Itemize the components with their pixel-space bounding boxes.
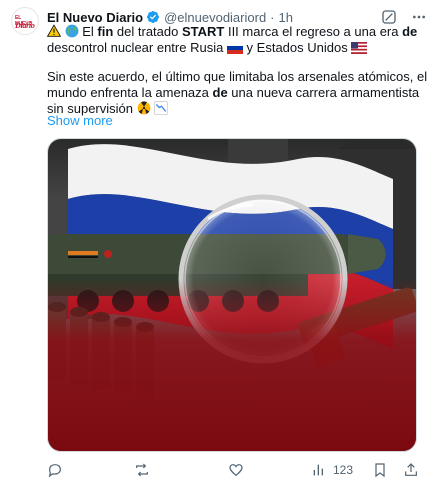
avatar[interactable]: EL NUEVO Diario bbox=[11, 7, 39, 35]
warning-icon bbox=[47, 24, 61, 37]
share-button[interactable] bbox=[403, 461, 419, 479]
text-segment: III marca el regreso a una era bbox=[224, 24, 403, 39]
chart-down-icon bbox=[154, 101, 168, 115]
reply-button[interactable] bbox=[47, 461, 69, 479]
text-segment: descontrol nuclear entre Rusia bbox=[47, 40, 227, 55]
flag-usa-icon bbox=[351, 42, 368, 54]
post-text-paragraph-2: Sin este acuerdo, el último que limitaba… bbox=[47, 69, 432, 117]
share-icon bbox=[405, 463, 417, 476]
post-text-paragraph-1: El fin del tratado START III marca el re… bbox=[47, 24, 432, 56]
views-count: 123 bbox=[333, 463, 354, 477]
grok-icon bbox=[382, 10, 396, 24]
text-segment: y Estados Unidos bbox=[242, 40, 352, 55]
views-icon bbox=[313, 464, 323, 476]
text-bold-fin: fin bbox=[97, 24, 114, 39]
tweet[interactable]: EL NUEVO Diario El Nuevo Diario @elnuevo… bbox=[0, 0, 440, 488]
like-icon bbox=[229, 464, 243, 477]
radioactive-icon bbox=[137, 101, 151, 115]
text-segment: El bbox=[82, 24, 98, 39]
show-more-link[interactable]: Show more bbox=[47, 113, 113, 128]
separator-dot: · bbox=[270, 9, 275, 25]
action-bar: 123 bbox=[47, 461, 422, 481]
like-button[interactable] bbox=[228, 461, 250, 479]
verified-icon bbox=[147, 11, 160, 23]
reply-icon bbox=[48, 464, 61, 478]
post-image-graphic bbox=[48, 139, 416, 451]
text-segment: del tratado bbox=[113, 24, 182, 39]
more-icon bbox=[413, 15, 425, 19]
globe-icon bbox=[65, 24, 79, 38]
post-image[interactable] bbox=[47, 138, 417, 452]
views-button[interactable]: 123 bbox=[311, 461, 353, 479]
text-bold-start: START bbox=[181, 24, 225, 39]
author-name[interactable]: El Nuevo Diario bbox=[47, 10, 143, 25]
author-handle[interactable]: @elnuevodiariord bbox=[164, 10, 266, 25]
text-bold-de: de bbox=[402, 24, 418, 39]
repost-button[interactable] bbox=[134, 461, 156, 479]
bookmark-icon bbox=[375, 463, 385, 478]
text-bold-de: de bbox=[212, 85, 228, 100]
post-time[interactable]: 1h bbox=[279, 10, 293, 25]
avatar-logo-bottom: Diario bbox=[15, 21, 35, 30]
flag-russia-icon bbox=[226, 42, 243, 54]
repost-icon bbox=[136, 463, 148, 477]
bookmark-button[interactable] bbox=[372, 461, 388, 479]
